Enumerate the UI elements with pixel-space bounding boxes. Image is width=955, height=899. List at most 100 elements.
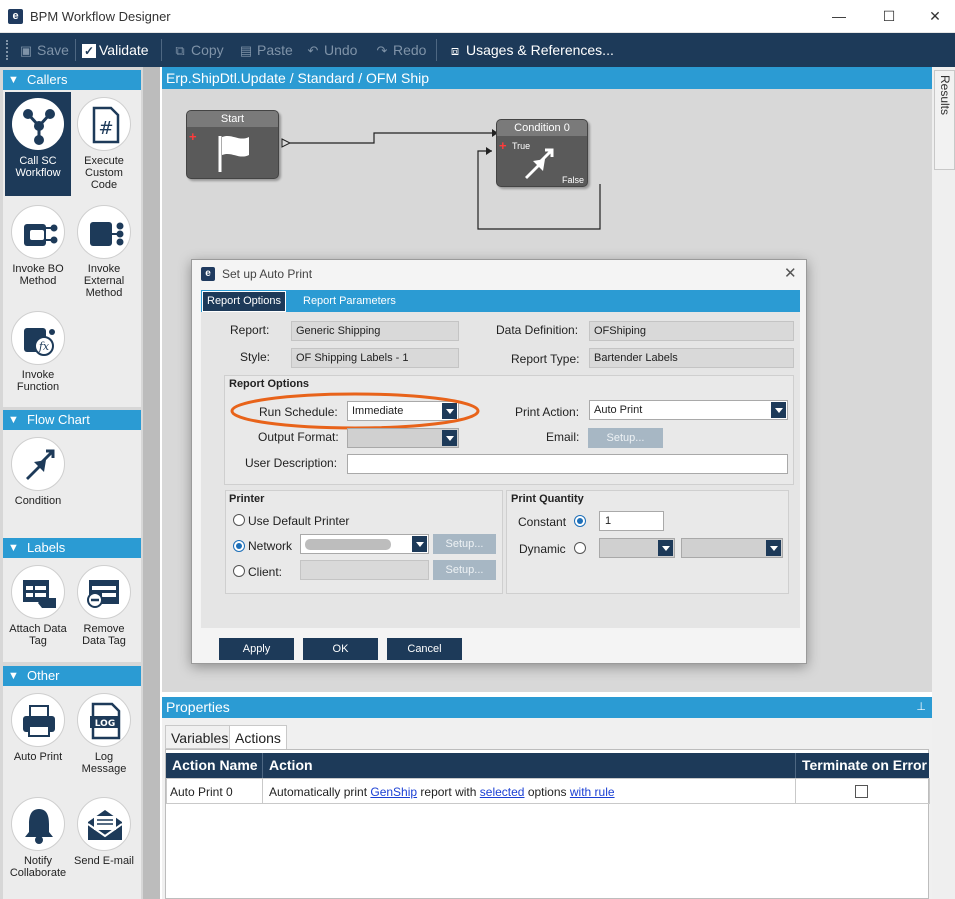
minimize-button[interactable]: — [819,5,859,27]
dynamic-radio[interactable] [574,542,586,554]
action-link[interactable]: with rule [570,785,615,799]
user-description-input[interactable] [347,454,788,474]
style-field: OF Shipping Labels - 1 [291,348,459,368]
right-dock-strip [932,67,955,899]
app-logo-icon: e [8,9,23,24]
paste-button[interactable]: ▤ Paste [238,33,293,67]
redo-button[interactable]: ↷ Redo [374,33,427,67]
auto-print-dialog: e Set up Auto Print ✕ Report Options Rep… [191,259,807,664]
close-window-button[interactable]: ✕ [915,5,955,27]
tab-actions[interactable]: Actions [229,725,287,749]
log-icon: LOG [77,693,131,747]
toolbar: ▣ Save ✓ Validate ⧉ Copy ▤ Paste ↶ Undo ↷ Redo… [0,33,955,67]
dialog-tabs: Report Options Report Parameters [201,290,800,312]
network-printer-select[interactable] [300,534,429,554]
validate-button[interactable]: ✓ Validate [82,33,149,67]
dynamic-label: Dynamic [519,542,566,556]
properties-panel: Variables Actions Action Name Action Ter… [162,718,932,899]
workflow-icon [11,97,65,151]
client-printer-radio[interactable] [233,565,245,577]
palette-section-other: Auto Print LOG Log Message Notify Collab… [3,686,141,899]
save-button[interactable]: ▣ Save [18,33,69,67]
network-printer-radio[interactable] [233,540,245,552]
dynamic-table-select[interactable] [599,538,675,558]
breadcrumb: Erp.ShipDtl.Update / Standard / OFM Ship [162,67,932,89]
condition-icon [525,148,554,179]
palette-item-label: Auto Print [13,751,63,763]
column-header-terminate: Terminate on Error [795,753,929,778]
function-icon: fx [11,311,65,365]
email-setup-button[interactable]: Setup... [588,428,663,448]
palette-section-labels: Attach Data Tag Remove Data Tag [3,558,141,662]
palette-header-callers[interactable]: ▼ Callers [3,70,141,90]
palette-item-auto-print[interactable]: Auto Print [5,688,71,788]
client-printer-field[interactable] [300,560,429,580]
constant-radio[interactable] [574,515,586,527]
action-link[interactable]: GenShip [370,785,417,799]
svg-text:LOG: LOG [95,719,115,729]
chevron-down-icon: ▼ [8,542,19,554]
palette-item-condition[interactable]: Condition [5,432,71,528]
condition-node[interactable]: Condition 0 + True False [496,119,588,187]
palette-header-labels[interactable]: ▼ Labels [3,538,141,558]
palette-item-log-message[interactable]: LOG Log Message [71,688,137,788]
print-action-select[interactable]: Auto Print [589,400,788,420]
network-setup-button[interactable]: Setup... [433,534,496,554]
terminate-on-error-checkbox[interactable] [855,785,868,798]
action-link[interactable]: selected [480,785,525,799]
client-setup-button[interactable]: Setup... [433,560,496,580]
validation-results-tab[interactable]: Validation Results [934,70,955,170]
palette-header-other[interactable]: ▼ Other [3,666,141,686]
palette-item-call-sc-workflow[interactable]: Call SC Workflow [5,92,71,196]
maximize-button[interactable]: ☐ [869,5,909,27]
svg-text:fx: fx [38,340,50,353]
window-title: BPM Workflow Designer [30,9,171,24]
table-row-action-name[interactable]: Auto Print 0 [166,778,263,804]
start-node-title: Start [187,111,278,127]
palette-item-label: Call SC Workflow [15,155,61,179]
palette-item-label: Condition [14,495,62,507]
use-default-printer-label: Use Default Printer [248,514,350,528]
start-node[interactable]: Start + [186,110,279,179]
palette-item-send-email[interactable]: Send E-mail [71,792,137,896]
dialog-close-icon[interactable]: ✕ [784,264,797,282]
palette-item-invoke-function[interactable]: fx Invoke Function [5,306,71,402]
table-row-action: Automatically print GenShip report with … [262,778,796,804]
tab-report-parameters[interactable]: Report Parameters [299,290,400,312]
network-printer-label: Network [248,539,293,553]
printer-icon [11,693,65,747]
tab-report-options[interactable]: Report Options [202,291,286,312]
palette-item-attach-data-tag[interactable]: Attach Data Tag [5,560,71,656]
checkbox-check-icon: ✓ [82,44,96,58]
ok-button[interactable]: OK [303,638,378,660]
palette-item-invoke-external-method[interactable]: Invoke External Method [71,200,137,304]
print-quantity-group-title: Print Quantity [511,493,584,505]
cancel-button[interactable]: Cancel [387,638,462,660]
tab-variables[interactable]: Variables [165,725,235,749]
usages-references-button[interactable]: ⧈ Usages & References... [447,33,614,67]
remove-tag-icon [77,565,131,619]
palette-scrollbar[interactable] [143,67,160,899]
constant-label: Constant [518,515,567,529]
action-text: report with [417,785,480,799]
palette-header-flowchart[interactable]: ▼ Flow Chart [3,410,141,430]
palette-item-notify-collaborate[interactable]: Notify Collaborate [5,792,71,896]
toolbar-divider [436,39,437,61]
use-default-printer-radio[interactable] [233,514,245,526]
palette-item-remove-data-tag[interactable]: Remove Data Tag [71,560,137,656]
copy-button[interactable]: ⧉ Copy [172,33,223,67]
pin-icon[interactable]: ⊥ [916,697,926,718]
chevron-down-icon: ▼ [8,74,19,86]
palette-item-execute-custom-code[interactable]: # Execute Custom Code [71,92,137,196]
output-format-select[interactable] [347,428,459,448]
apply-button[interactable]: Apply [219,638,294,660]
palette-section-callers: Call SC Workflow # Execute Custom Code I… [3,90,141,407]
constant-quantity-input[interactable]: 1 [599,511,664,531]
palette-item-invoke-bo-method[interactable]: Invoke BO Method [5,200,71,304]
dynamic-field-select[interactable] [681,538,783,558]
svg-text:#: # [98,118,113,139]
usages-icon: ⧈ [450,43,460,58]
palette-item-label: Execute Custom Code [84,155,124,191]
undo-button[interactable]: ↶ Undo [305,33,358,67]
printer-group-title: Printer [229,493,265,505]
